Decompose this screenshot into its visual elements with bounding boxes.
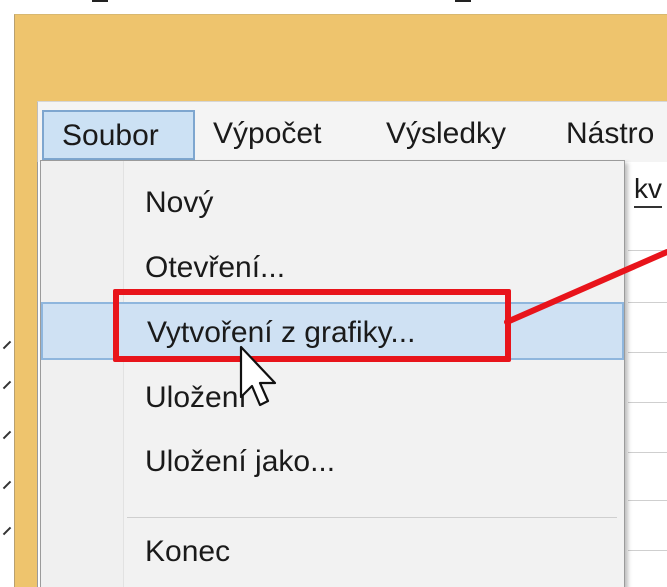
screenshot-stage: kv Soubor Výpočet Výsledky Nástro Nový O…	[0, 0, 667, 587]
mouse-pointer-arrow-icon	[239, 345, 277, 407]
annotation-pointer-line	[504, 249, 667, 325]
